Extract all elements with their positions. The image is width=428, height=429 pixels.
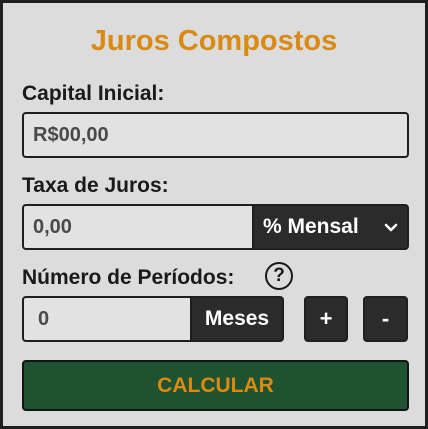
help-symbol: ? — [273, 265, 285, 286]
periodos-unit: Meses — [190, 296, 284, 342]
taxa-label: Taxa de Juros: — [22, 174, 169, 197]
calculate-button[interactable]: CALCULAR — [22, 360, 409, 411]
periodos-label: Número de Períodos: — [22, 266, 235, 289]
capital-label: Capital Inicial: — [22, 82, 165, 105]
decrement-button[interactable]: - — [363, 296, 408, 342]
taxa-input[interactable]: 0,00 — [22, 204, 256, 250]
increment-button[interactable]: + — [304, 296, 348, 342]
taxa-period-value: % Mensal — [263, 215, 359, 238]
capital-input[interactable]: R$00,00 — [22, 112, 409, 158]
taxa-period-select[interactable]: % Mensal — [252, 204, 409, 250]
calculator-card: Juros Compostos Capital Inicial: R$00,00… — [0, 0, 428, 429]
chevron-down-icon — [384, 223, 398, 232]
periodos-input[interactable]: 0 — [22, 296, 194, 342]
page-title: Juros Compostos — [90, 25, 338, 57]
help-icon[interactable]: ? — [265, 262, 293, 290]
